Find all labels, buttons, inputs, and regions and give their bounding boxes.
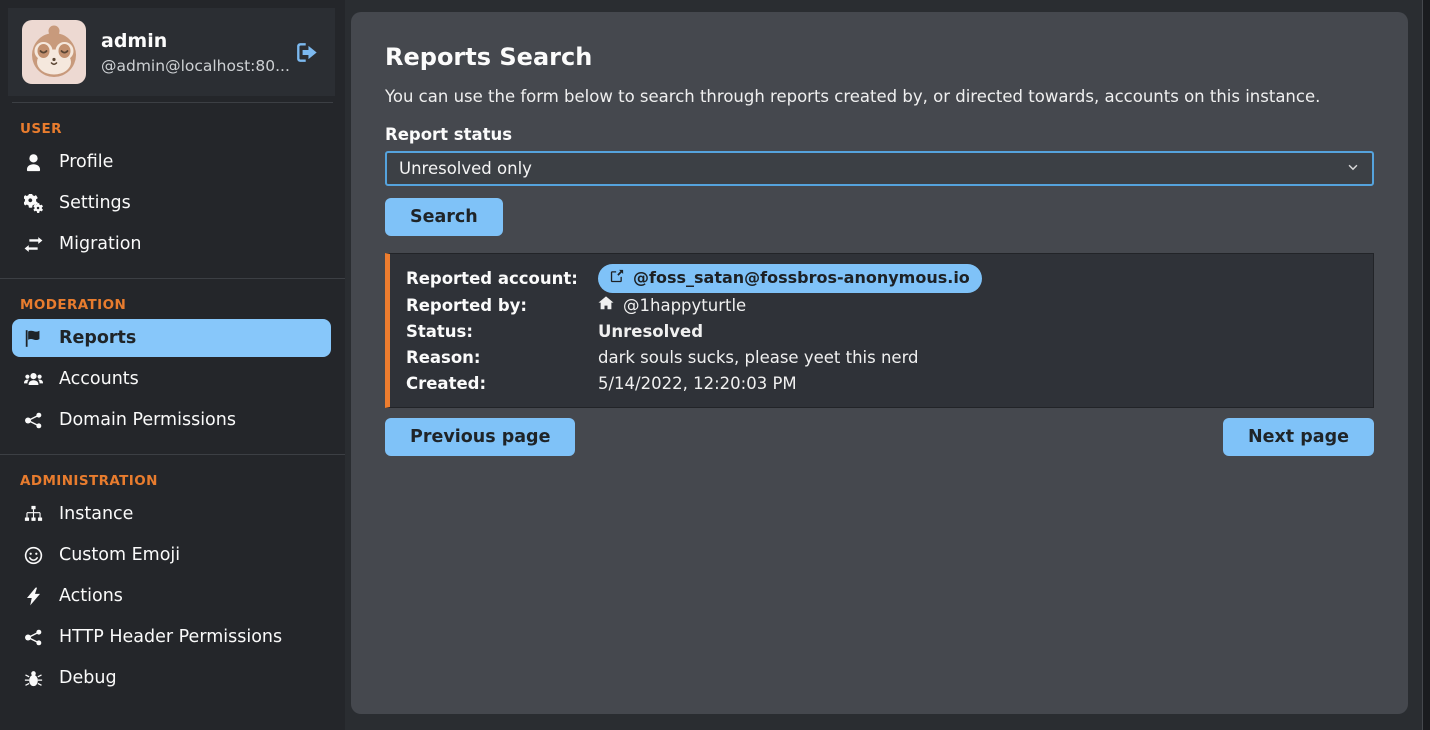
sign-out-icon <box>294 40 319 65</box>
sidebar-item-migration[interactable]: Migration <box>12 225 331 263</box>
report-row-label: Created: <box>406 371 598 397</box>
share-nodes-icon <box>22 628 44 647</box>
sitemap-icon <box>22 505 44 524</box>
report-reason-value: dark souls sucks, please yeet this nerd <box>598 345 1357 371</box>
reported-account-link[interactable]: @foss_satan@fossbros-anonymous.io <box>598 264 982 293</box>
report-row-label: Reported by: <box>406 293 598 319</box>
user-card[interactable]: admin @admin@localhost:80... <box>8 8 335 96</box>
sidebar-item-label: Settings <box>59 193 131 213</box>
reported-account-handle: @foss_satan@fossbros-anonymous.io <box>633 265 970 291</box>
report-row-label: Status: <box>406 319 598 345</box>
avatar <box>22 20 86 84</box>
share-nodes-icon <box>22 411 44 430</box>
report-status-label: Report status <box>385 125 1374 144</box>
report-status-selected-value: Unresolved only <box>399 159 532 178</box>
flag-icon <box>22 329 44 348</box>
home-icon <box>598 293 614 319</box>
nav-section-user: USER Profile Settings <box>0 103 345 279</box>
user-handle: @admin@localhost:80... <box>101 57 277 75</box>
pagination: Previous page Next page <box>385 418 1374 456</box>
sidebar-item-profile[interactable]: Profile <box>12 143 331 181</box>
sidebar-item-domain-permissions[interactable]: Domain Permissions <box>12 401 331 439</box>
bolt-icon <box>22 587 44 606</box>
nav-section-moderation: MODERATION Reports <box>0 279 345 455</box>
logout-button[interactable] <box>292 38 321 67</box>
sidebar-item-debug[interactable]: Debug <box>12 659 331 697</box>
sidebar-item-settings[interactable]: Settings <box>12 184 331 222</box>
external-link-icon <box>610 265 624 291</box>
section-header-moderation: MODERATION <box>20 297 325 313</box>
sidebar-item-label: Migration <box>59 234 142 254</box>
users-icon <box>22 370 44 389</box>
user-name: admin <box>101 30 277 52</box>
sidebar-item-label: Custom Emoji <box>59 545 180 565</box>
sidebar-item-label: Instance <box>59 504 133 524</box>
report-row-label: Reason: <box>406 345 598 371</box>
report-created-value: 5/14/2022, 12:20:03 PM <box>598 371 1357 397</box>
bug-icon <box>22 669 44 688</box>
sidebar-item-actions[interactable]: Actions <box>12 577 331 615</box>
sidebar-item-label: Accounts <box>59 369 139 389</box>
user-icon <box>22 153 44 172</box>
search-button[interactable]: Search <box>385 198 503 236</box>
sidebar-item-label: Domain Permissions <box>59 410 236 430</box>
sidebar-item-instance[interactable]: Instance <box>12 495 331 533</box>
section-header-administration: ADMINISTRATION <box>20 473 325 489</box>
right-left-arrows-icon <box>22 235 44 254</box>
sidebar-item-http-header-permissions[interactable]: HTTP Header Permissions <box>12 618 331 656</box>
next-page-button[interactable]: Next page <box>1223 418 1374 456</box>
sidebar-item-label: Profile <box>59 152 113 172</box>
previous-page-button[interactable]: Previous page <box>385 418 575 456</box>
page-title: Reports Search <box>385 43 1374 71</box>
scrollbar-track[interactable] <box>1422 0 1430 730</box>
sidebar-item-accounts[interactable]: Accounts <box>12 360 331 398</box>
sidebar-item-reports[interactable]: Reports <box>12 319 331 357</box>
main-area: Reports Search You can use the form belo… <box>345 0 1430 730</box>
reporter-handle: @1happyturtle <box>623 293 746 319</box>
sidebar-item-label: Reports <box>59 328 136 348</box>
sidebar-item-label: HTTP Header Permissions <box>59 627 282 647</box>
report-status-value: Unresolved <box>598 319 1357 345</box>
sidebar-nav: USER Profile Settings <box>0 103 345 712</box>
smiley-icon <box>22 546 44 565</box>
sidebar-item-label: Debug <box>59 668 117 688</box>
report-row-label: Reported account: <box>406 266 598 292</box>
section-header-user: USER <box>20 121 325 137</box>
nav-section-administration: ADMINISTRATION Instance <box>0 455 345 712</box>
gears-icon <box>22 194 44 213</box>
report-card[interactable]: Reported account: @foss_satan@fossbros-a… <box>385 253 1374 408</box>
reports-search-panel: Reports Search You can use the form belo… <box>351 12 1408 714</box>
chevron-down-icon <box>1346 159 1360 178</box>
sidebar-item-custom-emoji[interactable]: Custom Emoji <box>12 536 331 574</box>
sidebar: admin @admin@localhost:80... USER Profil… <box>0 0 345 730</box>
page-description: You can use the form below to search thr… <box>385 87 1374 106</box>
sidebar-item-label: Actions <box>59 586 123 606</box>
report-status-select[interactable]: Unresolved only <box>385 151 1374 186</box>
